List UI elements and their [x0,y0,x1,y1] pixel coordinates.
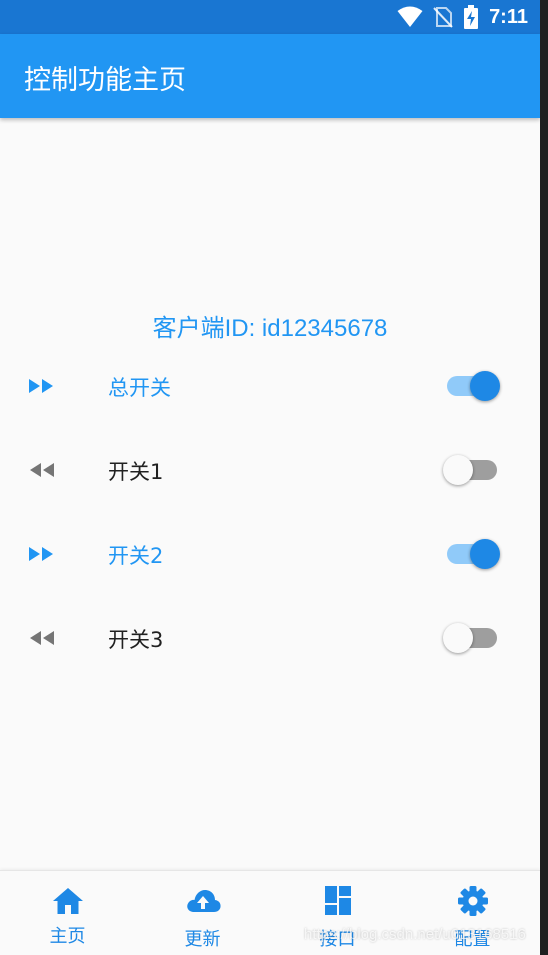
client-id-text: 客户端ID: id12345678 [152,315,388,342]
nav-item-home[interactable]: 主页 [0,871,135,955]
master-switch-toggle[interactable] [444,370,504,402]
cloud-upload-icon [186,890,221,912]
page-title: 控制功能主页 [24,65,186,96]
status-time: 7:11 [489,5,528,28]
rewind-icon [30,463,54,477]
no-sim-icon [433,7,453,28]
switch-thumb [470,371,500,401]
switch-thumb [443,455,473,485]
status-icons: 7:11 [397,0,528,34]
switch-label: 开关1 [108,460,164,484]
switch-3-toggle[interactable] [443,622,504,654]
fast-forward-icon [29,547,53,561]
fast-forward-icon [29,379,53,393]
switch-row-1[interactable]: 开关1 [0,428,540,512]
dashboard-icon [324,886,351,915]
switch-label: 开关3 [108,628,164,652]
app-screen: 7:11 控制功能主页 客户端ID: id12345678 总开关 开关1 开关… [0,0,540,955]
switch-thumb [470,539,500,569]
app-bar: 控制功能主页 [0,34,540,118]
wifi-icon [397,6,423,27]
rewind-icon [30,631,54,645]
nav-label: 主页 [49,926,86,947]
home-icon [52,888,83,914]
switch-row-master[interactable]: 总开关 [0,344,540,428]
switch-2-toggle[interactable] [444,538,504,570]
watermark-text: https://blog.csdn.net/u013168516 [304,926,526,943]
switch-label: 总开关 [108,376,171,400]
settings-icon [457,886,488,916]
switch-thumb [443,623,473,653]
battery-charging-icon [464,5,479,29]
switch-row-3[interactable]: 开关3 [0,596,540,680]
switch-1-toggle[interactable] [443,454,504,486]
switch-row-2[interactable]: 开关2 [0,512,540,596]
nav-item-update[interactable]: 更新 [135,871,270,955]
window-edge [540,0,548,955]
nav-label: 更新 [184,929,221,950]
switch-label: 开关2 [108,544,164,568]
status-bar: 7:11 [0,0,540,34]
